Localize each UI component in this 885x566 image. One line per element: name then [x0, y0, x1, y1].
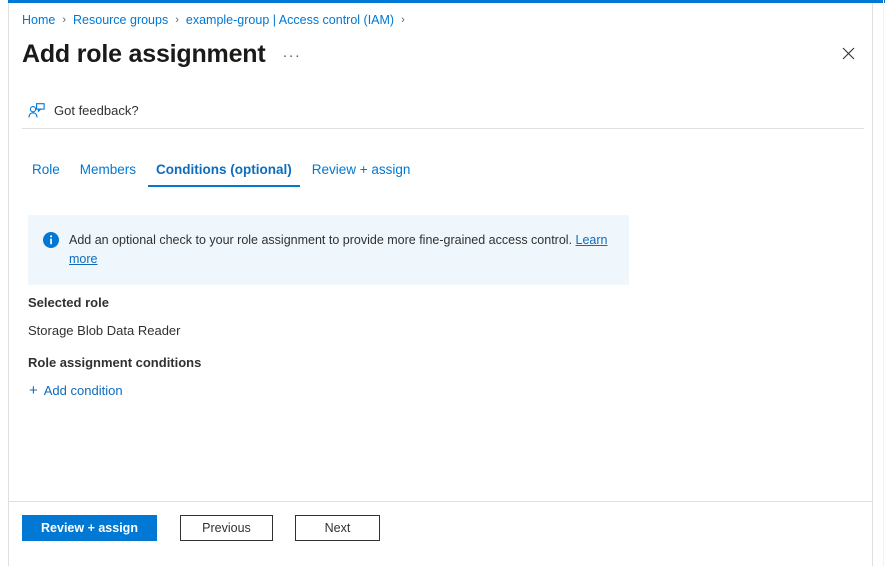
breadcrumb-separator: › — [175, 14, 179, 26]
breadcrumb: Home › Resource groups › example-group |… — [22, 11, 412, 29]
blade-right-border — [872, 3, 873, 566]
tab-role-label: Role — [32, 162, 60, 177]
footer-divider — [9, 501, 872, 502]
tab-members[interactable]: Members — [70, 161, 146, 187]
blade-left-border — [8, 3, 9, 566]
feedback-person-icon — [27, 102, 45, 120]
add-condition-label: Add condition — [43, 383, 123, 398]
info-banner-text: Add an optional check to your role assig… — [69, 231, 609, 269]
blade-accent-bar — [8, 0, 885, 3]
next-button[interactable]: Next — [295, 515, 380, 541]
breadcrumb-item-resource-groups[interactable]: Resource groups — [73, 11, 168, 29]
blade-outer-right-border — [883, 0, 884, 566]
tab-conditions-label: Conditions (optional) — [156, 162, 292, 177]
info-icon — [43, 232, 59, 248]
close-button[interactable] — [834, 39, 862, 67]
breadcrumb-item-home[interactable]: Home — [22, 11, 55, 29]
role-assignment-conditions-heading: Role assignment conditions — [28, 355, 202, 370]
breadcrumb-separator: › — [401, 14, 405, 26]
got-feedback-link[interactable]: Got feedback? — [27, 100, 139, 122]
breadcrumb-item-example-group[interactable]: example-group | Access control (IAM) — [186, 11, 394, 29]
footer-actions: Review + assign Previous Next — [22, 515, 380, 541]
wizard-tabs: Role Members Conditions (optional) Revie… — [22, 155, 420, 187]
selected-role-heading: Selected role — [28, 295, 109, 310]
close-icon — [842, 47, 854, 59]
page-title: Add role assignment — [22, 40, 266, 68]
info-banner: Add an optional check to your role assig… — [28, 215, 629, 285]
blade-panel: Home › Resource groups › example-group |… — [0, 0, 885, 566]
tab-members-label: Members — [79, 162, 137, 177]
selected-role-value: Storage Blob Data Reader — [28, 323, 181, 338]
previous-button[interactable]: Previous — [180, 515, 273, 541]
title-row: Add role assignment ··· — [22, 36, 842, 72]
info-banner-message: Add an optional check to your role assig… — [69, 233, 576, 247]
got-feedback-label: Got feedback? — [54, 103, 139, 118]
review-assign-button[interactable]: Review + assign — [22, 515, 157, 541]
plus-icon: + — [29, 382, 38, 399]
add-condition-button[interactable]: + Add condition — [29, 382, 123, 400]
header-divider — [22, 128, 864, 129]
tab-role[interactable]: Role — [22, 161, 70, 187]
tab-conditions[interactable]: Conditions (optional) — [146, 161, 302, 187]
tab-review-assign-label: Review + assign — [311, 162, 411, 177]
tab-review-assign[interactable]: Review + assign — [302, 161, 421, 187]
more-options-button[interactable]: ··· — [282, 35, 301, 73]
breadcrumb-separator: › — [62, 14, 67, 26]
